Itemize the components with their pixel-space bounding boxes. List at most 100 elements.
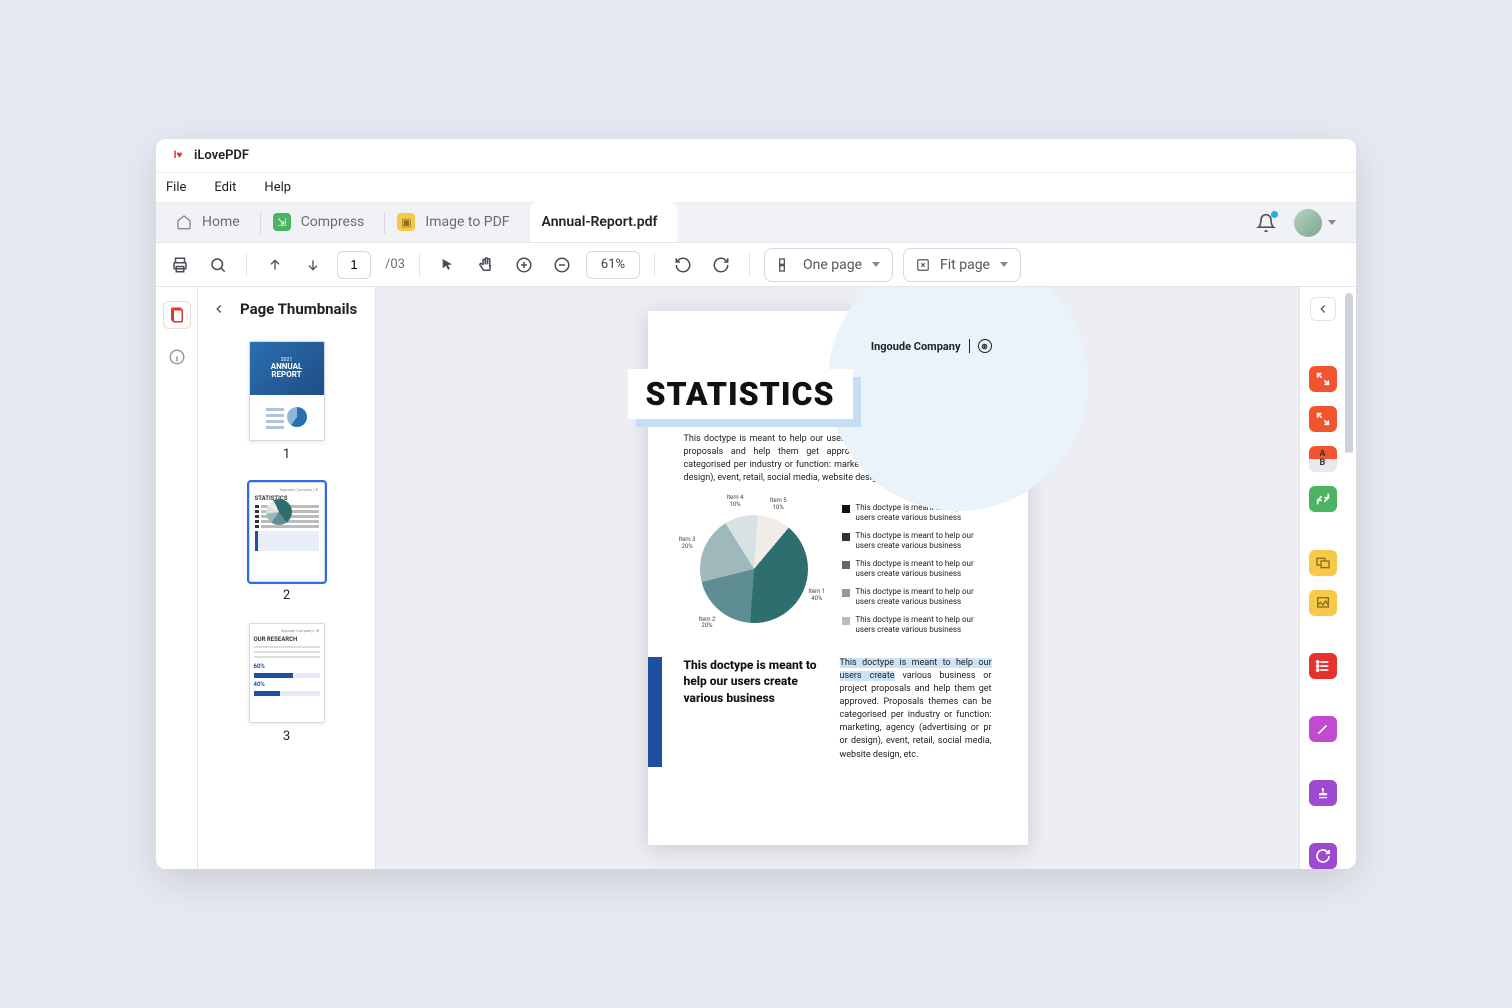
legend-item: This doctype is meant to help our users … <box>842 615 992 635</box>
menu-help[interactable]: Help <box>264 180 291 195</box>
search-button[interactable] <box>204 251 232 279</box>
legend-swatch-icon <box>842 505 850 513</box>
thumbnail-number: 1 <box>283 447 290 462</box>
thumbnails-title: Page Thumbnails <box>240 300 357 318</box>
toolbar-separator <box>246 253 247 277</box>
tab-image-to-pdf[interactable]: ▣ Image to PDF <box>385 202 529 242</box>
pie-slice-label: Item 140% <box>808 589 825 602</box>
page-layout-label: One page <box>803 257 862 273</box>
right-tool-rail: AB <box>1299 287 1345 869</box>
legend-item: This doctype is meant to help our users … <box>842 559 992 579</box>
legend-swatch-icon <box>842 561 850 569</box>
app-window: I♥ iLovePDF File Edit Help Home ⇲ Compre… <box>156 139 1356 869</box>
fit-label: Fit page <box>940 257 990 273</box>
legend-swatch-icon <box>842 589 850 597</box>
thumbnails-collapse-button[interactable] <box>208 298 230 320</box>
thumbnails-header: Page Thumbnails <box>198 287 375 331</box>
chevron-down-icon <box>1328 220 1336 225</box>
thumbnails-rail-button[interactable] <box>163 301 191 329</box>
legend-swatch-icon <box>842 533 850 541</box>
chart-legend: This doctype is meant to help our users … <box>842 499 992 639</box>
pie-slice-label: Item 410% <box>727 495 744 508</box>
tab-document[interactable]: Annual-Report.pdf <box>530 202 678 242</box>
hand-tool-button[interactable] <box>472 251 500 279</box>
legend-swatch-icon <box>842 617 850 625</box>
tab-home-label: Home <box>202 214 240 230</box>
tool-pdf-to-jpg[interactable] <box>1309 590 1337 616</box>
legend-text: This doctype is meant to help our users … <box>856 559 992 579</box>
lower-title: This doctype is meant to help our users … <box>684 657 822 706</box>
rotate-cw-button[interactable] <box>707 251 735 279</box>
tool-list[interactable] <box>1309 653 1337 679</box>
cursor-tool-button[interactable] <box>434 251 462 279</box>
pie-slice-label: Item 320% <box>679 537 696 550</box>
notifications-button[interactable] <box>1256 213 1276 233</box>
page-title: STATISTICS <box>628 369 853 419</box>
avatar <box>1294 209 1322 237</box>
tool-rotate[interactable] <box>1309 843 1337 869</box>
thumbnail-page-2[interactable]: Ingoude Company | ⊕ STATISTICS <box>249 482 325 582</box>
thumbnail-page-3[interactable]: Ingoude Company | ⊕ OUR RESEARCH 60% 40% <box>249 623 325 723</box>
tabstrip: Home ⇲ Compress ▣ Image to PDF Annual-Re… <box>156 203 1356 243</box>
account-menu[interactable] <box>1294 209 1336 237</box>
page-layout-select[interactable]: One page <box>764 248 893 282</box>
menu-file[interactable]: File <box>166 180 186 195</box>
layout-icon <box>777 257 793 273</box>
fit-select[interactable]: Fit page <box>903 248 1021 282</box>
rotate-ccw-button[interactable] <box>669 251 697 279</box>
legend-text: This doctype is meant to help our users … <box>856 587 992 607</box>
app-logo-icon: I♥ <box>170 148 186 164</box>
fit-icon <box>916 258 930 272</box>
tab-image-label: Image to PDF <box>425 214 509 230</box>
tool-edit[interactable] <box>1309 716 1337 742</box>
menu-edit[interactable]: Edit <box>214 180 236 195</box>
notification-dot-icon <box>1271 211 1278 218</box>
toolbar-separator <box>749 253 750 277</box>
menubar: File Edit Help <box>156 173 1356 203</box>
company-header: Ingoude Company ⊛ <box>684 339 992 353</box>
page-title-badge: STATISTICS <box>628 369 853 419</box>
company-logo-icon: ⊛ <box>978 339 992 353</box>
next-page-button[interactable] <box>299 251 327 279</box>
page-number-input[interactable] <box>337 251 371 279</box>
lower-rest-text: various business or project proposals an… <box>840 671 992 759</box>
zoom-out-button[interactable] <box>548 251 576 279</box>
image-icon: ▣ <box>397 213 415 231</box>
vertical-scrollbar[interactable] <box>1345 293 1353 863</box>
right-rail-expand-button[interactable] <box>1310 297 1336 321</box>
pie-chart-graphic <box>700 515 808 623</box>
legend-text: This doctype is meant to help our users … <box>856 531 992 551</box>
tab-document-label: Annual-Report.pdf <box>542 214 658 230</box>
thumbnail-page-1[interactable]: 2021 ANNUAL REPORT <box>249 341 325 441</box>
company-name: Ingoude Company <box>871 340 961 353</box>
tab-compress-label: Compress <box>301 214 365 230</box>
tool-organize[interactable]: AB <box>1309 446 1337 472</box>
app-name: iLovePDF <box>194 148 249 163</box>
tab-home[interactable]: Home <box>164 202 260 242</box>
page-canvas: Ingoude Company ⊛ STATISTICS This doctyp… <box>648 311 1028 845</box>
info-rail-button[interactable] <box>163 343 191 371</box>
toolbar: /03 61% One <box>156 243 1356 287</box>
left-rail <box>156 287 198 869</box>
tab-compress[interactable]: ⇲ Compress <box>261 202 385 242</box>
tool-compress[interactable] <box>1309 486 1337 512</box>
tool-split[interactable] <box>1309 406 1337 432</box>
prev-page-button[interactable] <box>261 251 289 279</box>
zoom-in-button[interactable] <box>510 251 538 279</box>
chevron-down-icon <box>1000 262 1008 267</box>
print-button[interactable] <box>166 251 194 279</box>
thumbnails-panel: Page Thumbnails 2021 ANNUAL REPORT <box>198 287 376 869</box>
zoom-level[interactable]: 61% <box>586 251 640 279</box>
compress-icon: ⇲ <box>273 213 291 231</box>
tool-jpg-to-pdf[interactable] <box>1309 550 1337 576</box>
lower-section: This doctype is meant to help our users … <box>684 657 992 761</box>
legend-text: This doctype is meant to help our users … <box>856 615 992 635</box>
accent-bar <box>648 657 662 767</box>
toolbar-separator <box>419 253 420 277</box>
tool-merge[interactable] <box>1309 366 1337 392</box>
pie-slice-label: Item 510% <box>770 498 787 511</box>
tool-stamp[interactable] <box>1309 780 1337 806</box>
lower-paragraph: This doctype is meant to help our users … <box>840 657 992 761</box>
document-viewer[interactable]: Ingoude Company ⊛ STATISTICS This doctyp… <box>376 287 1299 869</box>
legend-item: This doctype is meant to help our users … <box>842 587 992 607</box>
